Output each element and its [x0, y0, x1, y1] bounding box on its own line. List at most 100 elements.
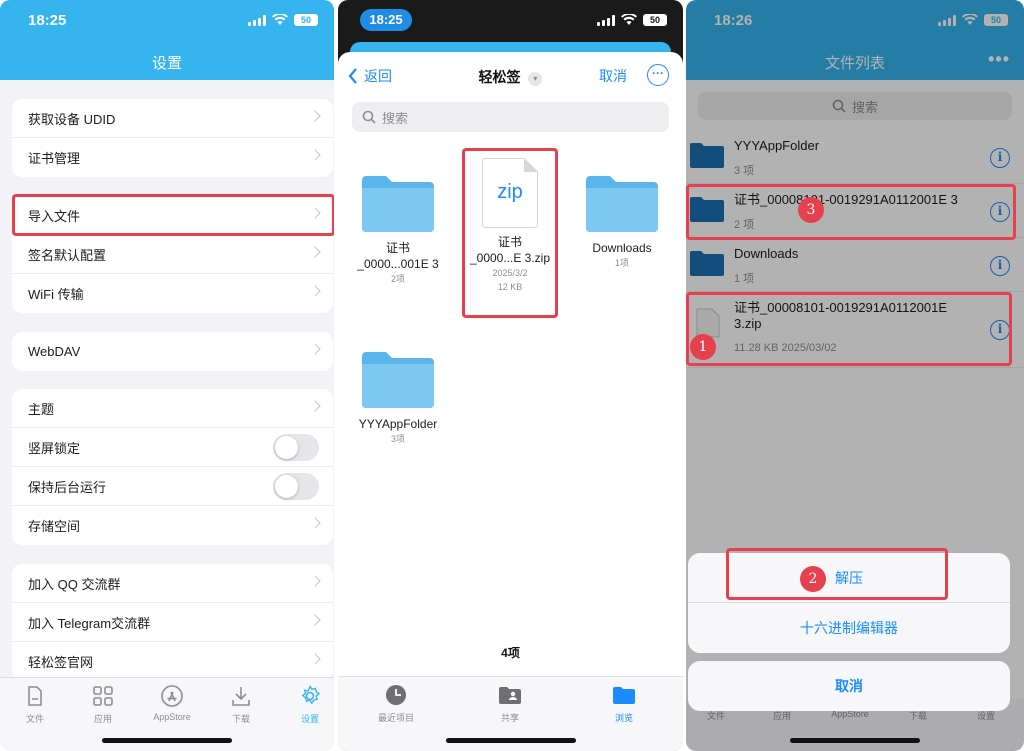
file-date: 2025/3/2 — [492, 268, 528, 278]
chevron-right-icon — [309, 246, 321, 258]
settings-group-general: 主题 竖屏锁定 保持后台运行 存储空间 — [12, 389, 333, 545]
tab-label: 共享 — [500, 713, 519, 723]
settings-item-label: WiFi 传输 — [28, 287, 84, 302]
tab-apps[interactable]: 应用 — [73, 684, 133, 725]
portrait-lock-toggle[interactable] — [273, 434, 319, 461]
settings-group-device: 获取设备 UDID 证书管理 — [12, 99, 333, 177]
settings-item-telegram-group[interactable]: 加入 Telegram交流群 — [12, 603, 333, 642]
search-icon — [362, 110, 376, 124]
chevron-right-icon — [309, 149, 321, 161]
settings-item-wifi-transfer[interactable]: WiFi 传输 — [12, 274, 333, 313]
shared-folder-icon — [499, 687, 521, 704]
settings-item-import-file[interactable]: 导入文件 — [12, 196, 333, 235]
battery-icon: 50 — [643, 14, 667, 26]
item-count: 4项 — [501, 646, 520, 660]
file-meta: 2项 — [390, 274, 405, 284]
cancel-button[interactable]: 取消 — [599, 66, 627, 86]
file-size: 12 KB — [497, 282, 523, 292]
file-icon — [28, 686, 42, 706]
chevron-right-icon — [309, 343, 321, 355]
settings-item-qq-group[interactable]: 加入 QQ 交流群 — [12, 564, 333, 603]
tab-shared[interactable]: 共享 — [480, 683, 540, 724]
tab-files[interactable]: 文件 — [5, 684, 65, 725]
picker-title[interactable]: 轻松签 ▾ — [338, 67, 683, 87]
settings-item-portrait-lock: 竖屏锁定 — [12, 428, 333, 467]
step-marker-1: 1 — [690, 334, 716, 360]
page-title: 设置 — [151, 55, 182, 72]
home-indicator — [445, 738, 576, 743]
picker-nav-bar: 返回 轻松签 ▾ 取消 ··· — [338, 62, 683, 92]
home-indicator — [790, 738, 920, 743]
tab-label: 最近项目 — [377, 713, 414, 723]
folder-icon — [613, 687, 635, 704]
file-item-cert-folder[interactable]: 证书 _0000...001E 3 2项 — [348, 172, 448, 286]
chevron-right-icon — [309, 285, 321, 297]
settings-screen: 18:25 50 设置 获取设备 UDID 证书管理 导入文件 签名默认配置 W… — [0, 0, 334, 751]
settings-item-webdav[interactable]: WebDAV — [12, 332, 333, 371]
tab-label: 下载 — [231, 714, 250, 724]
tab-downloads[interactable]: 下载 — [211, 684, 271, 725]
tab-label: 文件 — [25, 714, 44, 724]
settings-item-label: 存储空间 — [28, 519, 81, 534]
hex-editor-button[interactable]: 十六进制编辑器 — [688, 603, 1010, 653]
settings-item-sign-defaults[interactable]: 签名默认配置 — [12, 235, 333, 274]
step-marker-3: 3 — [798, 197, 824, 223]
file-meta: 1项 — [614, 258, 629, 268]
more-icon[interactable]: ··· — [647, 64, 669, 86]
folder-icon — [586, 176, 658, 232]
tab-label: 设置 — [300, 714, 319, 724]
file-name-line2: _0000...001E 3 — [357, 257, 439, 271]
settings-item-label: 导入文件 — [28, 208, 81, 224]
battery-icon: 50 — [294, 14, 318, 26]
wifi-icon — [621, 14, 637, 25]
tab-label: 应用 — [93, 714, 112, 724]
extract-button[interactable]: 解压 — [688, 553, 1010, 603]
tab-bar: 文件 应用 AppStore 下载 设置 — [0, 677, 334, 751]
settings-item-certificates[interactable]: 证书管理 — [12, 138, 333, 177]
tab-label: 浏览 — [614, 713, 633, 723]
zip-file-label: zip — [497, 181, 523, 203]
file-item-downloads[interactable]: Downloads 1项 — [572, 172, 672, 270]
settings-item-label: 主题 — [28, 401, 55, 417]
settings-item-label: WebDAV — [28, 344, 81, 359]
file-item-yyyappfolder[interactable]: YYYAppFolder 3项 — [348, 348, 448, 446]
chevron-right-icon — [309, 653, 321, 665]
status-time: 18:25 — [28, 12, 67, 29]
settings-group-files: 导入文件 签名默认配置 WiFi 传输 — [12, 196, 333, 313]
keep-background-toggle[interactable] — [273, 473, 319, 500]
download-icon — [232, 687, 250, 706]
settings-item-udid[interactable]: 获取设备 UDID — [12, 99, 333, 138]
document-picker-sheet: 返回 轻松签 ▾ 取消 ··· 搜索 证书 _0000...001E 3 2项 — [338, 52, 683, 751]
home-indicator — [102, 738, 232, 743]
action-sheet: 解压 十六进制编辑器 — [688, 553, 1010, 653]
settings-item-label: 保持后台运行 — [28, 479, 107, 495]
file-name: Downloads — [592, 241, 652, 255]
appstore-icon — [161, 685, 183, 707]
tab-recents[interactable]: 最近项目 — [366, 683, 426, 724]
picker-title-label: 轻松签 — [478, 69, 521, 85]
settings-header: 18:25 50 设置 — [0, 0, 334, 80]
canvas: 18:25 50 设置 获取设备 UDID 证书管理 导入文件 签名默认配置 W… — [0, 0, 1024, 751]
settings-item-label: 加入 QQ 交流群 — [28, 576, 121, 592]
settings-item-storage[interactable]: 存储空间 — [12, 506, 333, 545]
settings-item-theme[interactable]: 主题 — [12, 389, 333, 428]
action-cancel-group: 取消 — [688, 661, 1010, 711]
tab-browse[interactable]: 浏览 — [594, 683, 654, 724]
file-picker-screen: 18:25 50 返回 轻松签 ▾ 取消 ··· 搜索 证书 _0000...0… — [338, 0, 683, 751]
settings-item-label: 获取设备 UDID — [28, 111, 116, 127]
file-list-screen: 18:26 50 文件列表 ••• 搜索 YYYAppFolder 3 项 i … — [686, 0, 1024, 751]
tab-appstore[interactable]: AppStore — [142, 684, 202, 722]
cancel-button[interactable]: 取消 — [688, 661, 1010, 711]
settings-item-label: 竖屏锁定 — [28, 440, 81, 456]
search-input[interactable]: 搜索 — [352, 102, 669, 132]
tab-settings[interactable]: 设置 — [280, 684, 334, 725]
file-item-cert-zip[interactable]: zip 证书 _0000...E 3.zip 2025/3/2 12 KB — [460, 158, 560, 294]
folder-icon — [362, 176, 434, 232]
settings-item-website[interactable]: 轻松签官网 — [12, 642, 333, 681]
gear-icon — [301, 685, 321, 705]
search-placeholder: 搜索 — [382, 110, 409, 126]
chevron-right-icon — [309, 575, 321, 587]
tab-label: AppStore — [153, 712, 191, 722]
chevron-right-icon — [309, 517, 321, 529]
file-name-line2: _0000...E 3.zip — [469, 251, 551, 265]
